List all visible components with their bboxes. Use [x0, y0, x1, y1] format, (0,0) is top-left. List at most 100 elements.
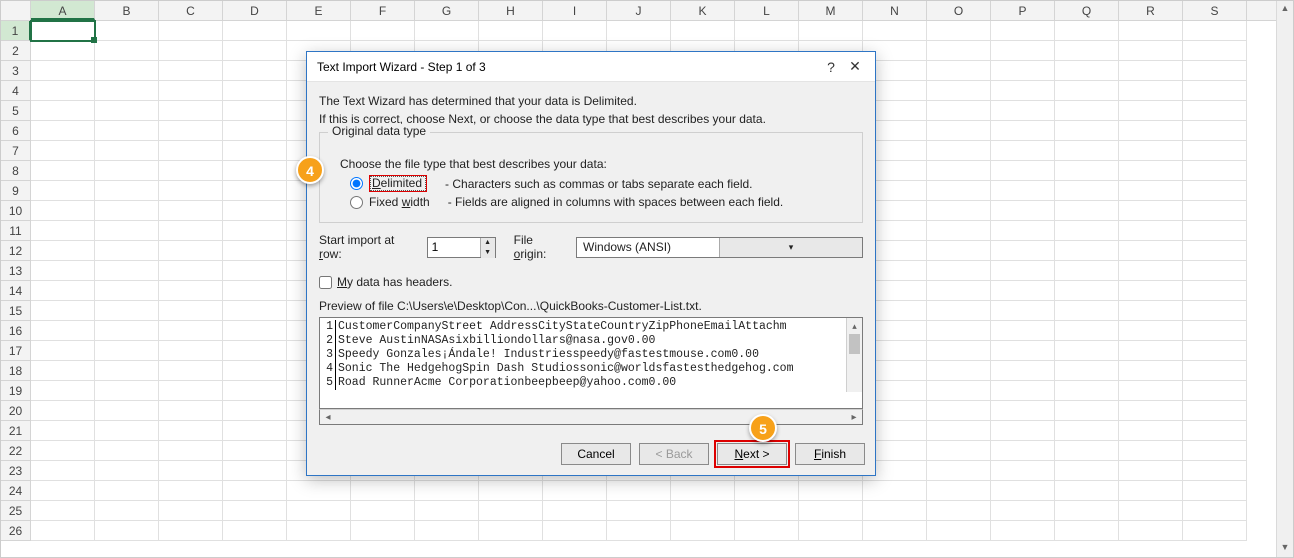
cell-R7[interactable] — [1119, 141, 1183, 161]
cell-O17[interactable] — [927, 341, 991, 361]
cell-B7[interactable] — [95, 141, 159, 161]
cell-S14[interactable] — [1183, 281, 1247, 301]
cell-C25[interactable] — [159, 501, 223, 521]
cell-S20[interactable] — [1183, 401, 1247, 421]
cell-D21[interactable] — [223, 421, 287, 441]
cell-I26[interactable] — [543, 521, 607, 541]
cell-P13[interactable] — [991, 261, 1055, 281]
preview-horizontal-scrollbar[interactable]: ◂ ▸ — [319, 409, 863, 425]
cell-Q21[interactable] — [1055, 421, 1119, 441]
cell-O6[interactable] — [927, 121, 991, 141]
cell-Q19[interactable] — [1055, 381, 1119, 401]
cell-P9[interactable] — [991, 181, 1055, 201]
cell-C26[interactable] — [159, 521, 223, 541]
row-header-12[interactable]: 12 — [1, 241, 31, 261]
cell-E24[interactable] — [287, 481, 351, 501]
cell-O4[interactable] — [927, 81, 991, 101]
cell-D20[interactable] — [223, 401, 287, 421]
cell-I1[interactable] — [543, 21, 607, 41]
scroll-right-icon[interactable]: ▸ — [846, 412, 862, 423]
cell-S21[interactable] — [1183, 421, 1247, 441]
cell-Q17[interactable] — [1055, 341, 1119, 361]
cell-H24[interactable] — [479, 481, 543, 501]
cell-A25[interactable] — [31, 501, 95, 521]
cell-A24[interactable] — [31, 481, 95, 501]
cell-O19[interactable] — [927, 381, 991, 401]
column-header-E[interactable]: E — [287, 1, 351, 20]
column-header-N[interactable]: N — [863, 1, 927, 20]
cell-J26[interactable] — [607, 521, 671, 541]
cell-P6[interactable] — [991, 121, 1055, 141]
cell-F26[interactable] — [351, 521, 415, 541]
cell-Q11[interactable] — [1055, 221, 1119, 241]
cell-R17[interactable] — [1119, 341, 1183, 361]
cell-M1[interactable] — [799, 21, 863, 41]
cell-A11[interactable] — [31, 221, 95, 241]
cell-B19[interactable] — [95, 381, 159, 401]
cell-B13[interactable] — [95, 261, 159, 281]
cell-D9[interactable] — [223, 181, 287, 201]
cell-R4[interactable] — [1119, 81, 1183, 101]
cell-A9[interactable] — [31, 181, 95, 201]
cell-C22[interactable] — [159, 441, 223, 461]
cell-C5[interactable] — [159, 101, 223, 121]
cell-P4[interactable] — [991, 81, 1055, 101]
cell-C19[interactable] — [159, 381, 223, 401]
cell-C12[interactable] — [159, 241, 223, 261]
cell-B25[interactable] — [95, 501, 159, 521]
start-row-spinner[interactable]: ▲ ▼ — [427, 237, 496, 258]
vertical-scrollbar[interactable]: ▲ ▼ — [1276, 1, 1293, 557]
cell-S1[interactable] — [1183, 21, 1247, 41]
row-header-10[interactable]: 10 — [1, 201, 31, 221]
cell-L24[interactable] — [735, 481, 799, 501]
cell-A20[interactable] — [31, 401, 95, 421]
cell-D26[interactable] — [223, 521, 287, 541]
cell-Q14[interactable] — [1055, 281, 1119, 301]
cell-S4[interactable] — [1183, 81, 1247, 101]
cell-C21[interactable] — [159, 421, 223, 441]
cell-A1[interactable] — [31, 21, 95, 41]
cell-R6[interactable] — [1119, 121, 1183, 141]
cell-D10[interactable] — [223, 201, 287, 221]
cell-C14[interactable] — [159, 281, 223, 301]
cell-N24[interactable] — [863, 481, 927, 501]
cell-C16[interactable] — [159, 321, 223, 341]
cell-S9[interactable] — [1183, 181, 1247, 201]
cell-F24[interactable] — [351, 481, 415, 501]
cell-B10[interactable] — [95, 201, 159, 221]
row-header-2[interactable]: 2 — [1, 41, 31, 61]
cell-O14[interactable] — [927, 281, 991, 301]
chevron-down-icon[interactable]: ▾ — [719, 238, 862, 257]
cell-P17[interactable] — [991, 341, 1055, 361]
cell-H1[interactable] — [479, 21, 543, 41]
cell-P26[interactable] — [991, 521, 1055, 541]
cell-D15[interactable] — [223, 301, 287, 321]
cell-B15[interactable] — [95, 301, 159, 321]
cell-R19[interactable] — [1119, 381, 1183, 401]
radio-fixed-width-label[interactable]: Fixed width — [369, 195, 430, 209]
dialog-titlebar[interactable]: Text Import Wizard - Step 1 of 3 ? ✕ — [307, 52, 875, 82]
cell-C17[interactable] — [159, 341, 223, 361]
cell-C23[interactable] — [159, 461, 223, 481]
cell-D1[interactable] — [223, 21, 287, 41]
cell-D23[interactable] — [223, 461, 287, 481]
cell-Q26[interactable] — [1055, 521, 1119, 541]
cell-L1[interactable] — [735, 21, 799, 41]
cell-A8[interactable] — [31, 161, 95, 181]
cell-R18[interactable] — [1119, 361, 1183, 381]
cell-N25[interactable] — [863, 501, 927, 521]
row-header-26[interactable]: 26 — [1, 521, 31, 541]
cell-I24[interactable] — [543, 481, 607, 501]
radio-delimited-label[interactable]: Delimited — [369, 175, 427, 192]
cell-P10[interactable] — [991, 201, 1055, 221]
cell-E1[interactable] — [287, 21, 351, 41]
cell-P3[interactable] — [991, 61, 1055, 81]
cell-A26[interactable] — [31, 521, 95, 541]
cell-F25[interactable] — [351, 501, 415, 521]
cell-B22[interactable] — [95, 441, 159, 461]
column-header-M[interactable]: M — [799, 1, 863, 20]
row-header-11[interactable]: 11 — [1, 221, 31, 241]
cell-D18[interactable] — [223, 361, 287, 381]
cell-A4[interactable] — [31, 81, 95, 101]
cell-C20[interactable] — [159, 401, 223, 421]
